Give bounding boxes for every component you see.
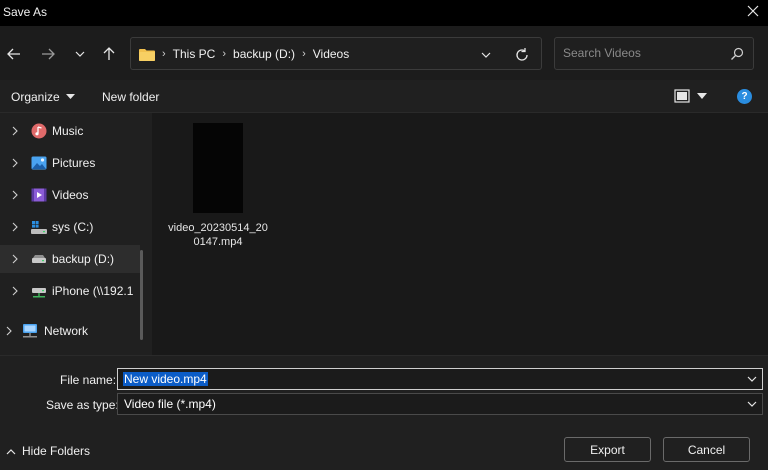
view-options-icon[interactable] bbox=[674, 89, 690, 103]
sidebar-item-label: sys (C:) bbox=[52, 220, 94, 234]
chevron-down-icon[interactable] bbox=[747, 375, 757, 383]
sidebar-item-label: Pictures bbox=[52, 156, 96, 170]
caret-down-icon[interactable] bbox=[697, 92, 707, 100]
file-item[interactable]: video_20230514_200147.mp4 bbox=[166, 123, 270, 249]
arrow-up-icon bbox=[103, 47, 115, 60]
chevron-right-icon[interactable] bbox=[11, 286, 19, 296]
sidebar-item-label: Network bbox=[44, 324, 89, 338]
sidebar-item-sys-drive[interactable]: sys (C:) bbox=[0, 213, 140, 241]
sidebar-item-pictures[interactable]: Pictures bbox=[0, 149, 140, 177]
close-icon[interactable] bbox=[746, 4, 760, 18]
arrow-right-icon bbox=[42, 48, 55, 60]
address-bar[interactable]: › This PC › backup (D:) › Videos bbox=[130, 37, 542, 70]
command-bar: Organize New folder ? bbox=[0, 80, 768, 113]
folder-icon bbox=[139, 48, 155, 61]
sidebar-item-backup-drive[interactable]: backup (D:) bbox=[0, 245, 140, 273]
navigation-pane: Music Pictures Videos sys (C:) backup (D… bbox=[0, 113, 152, 355]
chevron-up-icon bbox=[6, 448, 16, 454]
chevron-down-icon bbox=[75, 51, 85, 57]
file-list: video_20230514_200147.mp4 bbox=[152, 113, 768, 355]
save-as-type-value: Video file (*.mp4) bbox=[124, 397, 216, 411]
address-history-chevron-icon[interactable] bbox=[479, 48, 493, 62]
help-button[interactable]: ? bbox=[737, 89, 752, 104]
breadcrumb-this-pc[interactable]: This PC bbox=[173, 47, 216, 61]
save-as-type-select[interactable]: Video file (*.mp4) bbox=[117, 393, 763, 415]
sidebar-item-videos[interactable]: Videos bbox=[0, 181, 140, 209]
hide-folders-button[interactable]: Hide Folders bbox=[6, 444, 90, 458]
music-icon bbox=[31, 123, 47, 139]
sidebar-item-label: Videos bbox=[52, 188, 89, 202]
breadcrumb: › This PC › backup (D:) › Videos bbox=[139, 47, 349, 61]
search-box[interactable] bbox=[554, 37, 754, 70]
save-form: File name: New video.mp4 Save as type: V… bbox=[0, 355, 768, 470]
breadcrumb-separator: › bbox=[222, 48, 227, 60]
hide-folders-label: Hide Folders bbox=[22, 444, 91, 458]
chevron-right-icon[interactable] bbox=[11, 126, 19, 136]
pictures-icon bbox=[31, 156, 47, 170]
breadcrumb-backup-drive[interactable]: backup (D:) bbox=[233, 47, 295, 61]
sidebar-item-label: iPhone (\\192.1 bbox=[52, 284, 134, 298]
caret-down-icon bbox=[65, 94, 75, 99]
forward-button[interactable] bbox=[38, 44, 58, 64]
network-icon bbox=[23, 324, 37, 338]
save-as-type-label: Save as type: bbox=[46, 398, 119, 412]
sidebar-item-network[interactable]: Network bbox=[0, 317, 140, 345]
windows-drive-icon bbox=[31, 221, 47, 234]
recent-locations-button[interactable] bbox=[70, 44, 90, 64]
export-button[interactable]: Export bbox=[564, 437, 651, 462]
refresh-icon[interactable] bbox=[514, 47, 530, 63]
sidebar-item-music[interactable]: Music bbox=[0, 117, 140, 145]
chevron-right-icon[interactable] bbox=[11, 190, 19, 200]
file-name-field[interactable]: New video.mp4 bbox=[117, 368, 763, 390]
breadcrumb-separator: › bbox=[302, 48, 306, 60]
navigation-bar: › This PC › backup (D:) › Videos bbox=[0, 26, 768, 80]
search-input[interactable] bbox=[563, 46, 723, 60]
back-button[interactable] bbox=[4, 44, 24, 64]
sidebar-item-iphone-share[interactable]: iPhone (\\192.1 bbox=[0, 277, 140, 305]
network-drive-icon bbox=[32, 288, 46, 298]
videos-icon bbox=[31, 188, 47, 202]
title-bar: Save As bbox=[0, 0, 768, 26]
sidebar-item-label: Music bbox=[52, 124, 84, 138]
file-name-value[interactable]: New video.mp4 bbox=[123, 372, 208, 386]
chevron-right-icon[interactable] bbox=[5, 326, 13, 336]
drive-icon bbox=[32, 255, 46, 263]
sidebar-item-label: backup (D:) bbox=[52, 252, 115, 266]
search-icon[interactable] bbox=[730, 47, 744, 61]
file-name: video_20230514_200147.mp4 bbox=[168, 222, 268, 248]
chevron-right-icon[interactable] bbox=[11, 158, 19, 168]
cancel-button[interactable]: Cancel bbox=[663, 437, 750, 462]
organize-label: Organize bbox=[11, 90, 60, 104]
up-button[interactable] bbox=[99, 44, 119, 64]
file-thumbnail[interactable] bbox=[193, 123, 243, 213]
organize-menu[interactable]: Organize bbox=[11, 90, 75, 104]
breadcrumb-videos[interactable]: Videos bbox=[313, 47, 349, 61]
window-title: Save As bbox=[3, 5, 48, 19]
chevron-right-icon[interactable] bbox=[11, 254, 19, 264]
breadcrumb-separator: › bbox=[162, 48, 166, 60]
arrow-left-icon bbox=[7, 48, 20, 60]
chevron-right-icon[interactable] bbox=[11, 222, 19, 232]
chevron-down-icon[interactable] bbox=[747, 400, 757, 408]
navigation-scrollbar[interactable] bbox=[140, 250, 143, 340]
new-folder-button[interactable]: New folder bbox=[102, 90, 159, 104]
file-name-label: File name: bbox=[60, 373, 117, 387]
